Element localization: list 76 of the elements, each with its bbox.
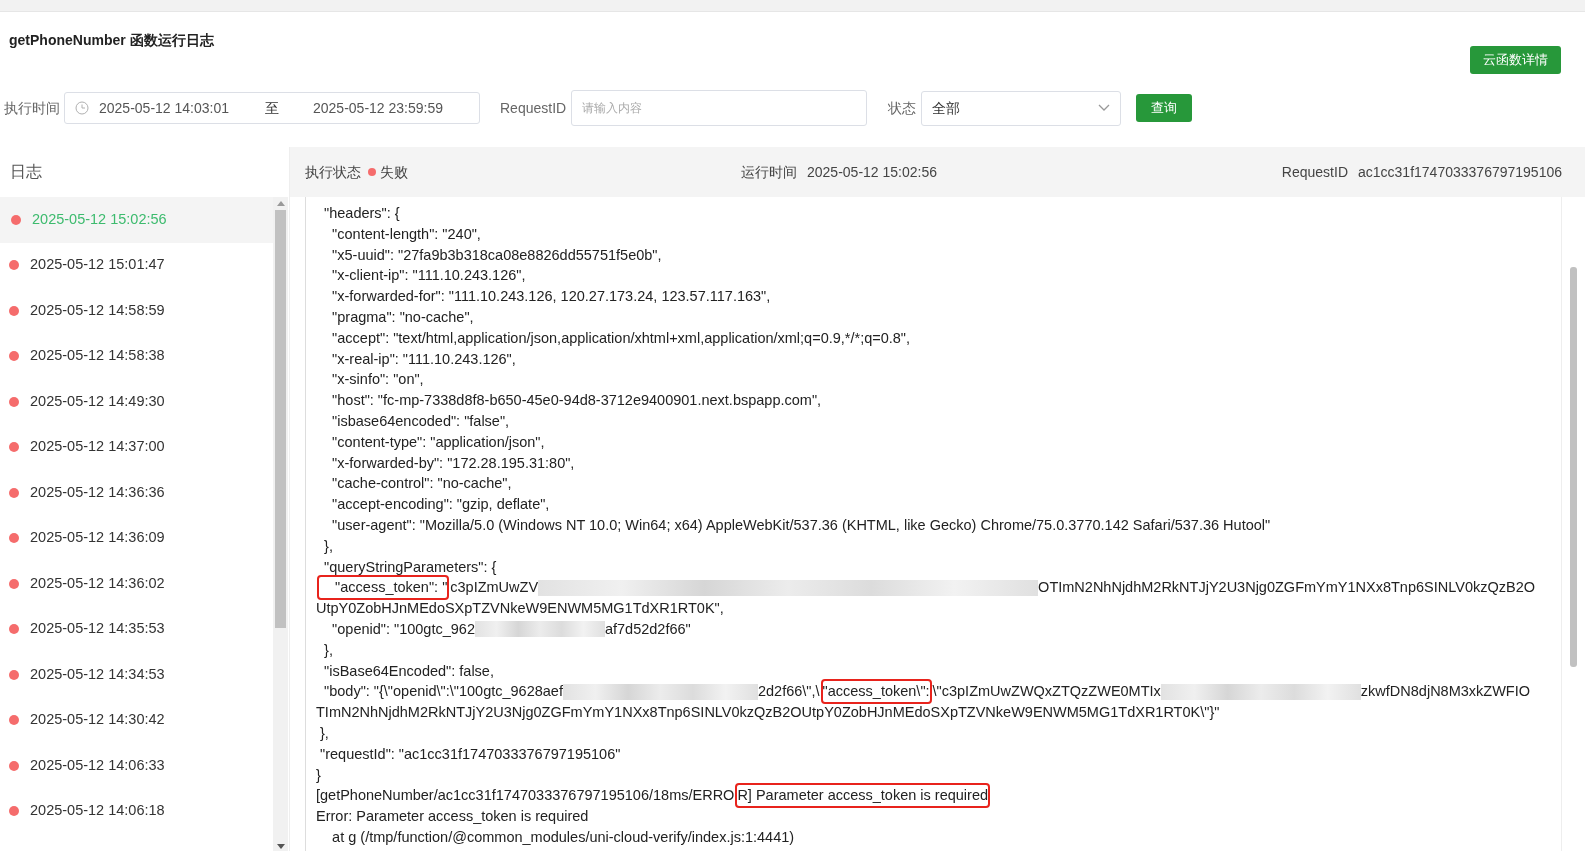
log-text: }, xyxy=(319,723,329,743)
run-time-value: 2025-05-12 15:02:56 xyxy=(807,162,937,182)
log-list-item[interactable]: 2025-05-12 15:01:47 xyxy=(0,242,273,288)
chevron-down-icon xyxy=(1098,104,1111,112)
log-text: af7d52d2f66" xyxy=(604,619,691,639)
log-text: "isBase64Encoded": false, xyxy=(323,661,494,681)
log-text: [getPhoneNumber/ac1cc31f1747033376797195106/18ms/ERRO xyxy=(316,786,735,806)
log-text: "content-type": "application/json", xyxy=(331,432,545,452)
run-time-label: 运行时间 xyxy=(741,162,797,182)
log-text: OTImN2NhNjdhM2RkNTJjY2U3Njg0ZGFmYmY1NXx8Tnp6SINLV0kzQzB2O xyxy=(1038,578,1535,598)
log-text: R] Parameter access_token is required xyxy=(737,785,989,807)
request-id-label: RequestID xyxy=(1281,162,1348,182)
status-text: 失败 xyxy=(380,162,408,182)
log-text: "access_token\": xyxy=(822,681,930,703)
log-text: "cache-control": "no-cache", xyxy=(331,474,512,494)
log-text: "isbase64encoded": "false", xyxy=(331,411,510,431)
log-text: c3pIZmUwZV xyxy=(450,578,539,598)
log-text: 2d2f66\",\ xyxy=(757,682,820,702)
filter-label: RequestID xyxy=(500,98,567,118)
log-text: Error: Parameter access_token is required xyxy=(316,807,589,827)
start-date: 2025-05-12 14:03:01 xyxy=(99,98,230,118)
log-text: \"c3pIZmUwZWQxZTQzZWE0MTIx xyxy=(932,682,1161,702)
function-details-button[interactable]: 云函数详情 xyxy=(1470,46,1561,74)
log-text: "host": "fc-mp-7338d8f8-b650-45e0-94d8-3712e9400901.next.bspapp.com", xyxy=(331,391,822,411)
log-text: "access_token": " xyxy=(319,577,448,599)
log-text: "x-client-ip": "111.10.243.126", xyxy=(331,266,526,286)
log-list-item[interactable]: 2025-05-12 14:37:00 xyxy=(0,424,273,470)
log-text: "body": "{\"openid\":\"100gtc_9628aef xyxy=(323,682,563,702)
log-text: "x5-uuid": "27fa9b3b318ca08e8826dd55751f5e0b", xyxy=(331,245,662,265)
log-list-item[interactable]: 2025-05-12 14:06:33 xyxy=(0,743,273,789)
log-text: "x-forwarded-for": "111.10.243.126, 120.27.173.24, 123.57.117.163", xyxy=(331,287,771,307)
scroll-down-icon[interactable] xyxy=(276,844,285,849)
log-text: "x-forwarded-by": "172.28.195.31:80", xyxy=(331,453,575,473)
log-list-item[interactable]: 2025-05-12 14:49:30 xyxy=(0,379,273,425)
request-id-field[interactable]: 请输入内容 xyxy=(571,90,868,126)
log-text: }, xyxy=(323,536,333,556)
log-text: "requestId": "ac1cc31f1747033376797195106" xyxy=(319,744,621,764)
scroll-up-icon[interactable] xyxy=(276,201,285,206)
log-text: "accept": "text/html,application/json,application/xhtml+xml,application/xml;q=0.9,*/*;q=0.8", xyxy=(331,328,911,348)
log-text: "x-real-ip": "111.10.243.126", xyxy=(331,349,516,369)
status-select[interactable]: 全部 xyxy=(921,90,1122,126)
page-title: getPhoneNumber 函数运行日志 xyxy=(9,31,214,50)
log-text: "headers": { xyxy=(323,204,400,223)
filter-label: 执行时间 xyxy=(4,98,60,118)
log-text: "content-length": "240", xyxy=(331,224,481,244)
log-list-item[interactable]: 2025-05-12 14:36:02 xyxy=(0,561,273,607)
log-list-item[interactable]: 2025-05-12 14:36:09 xyxy=(0,515,273,561)
status-label: 执行状态 xyxy=(305,162,361,182)
range-separator: 至 xyxy=(265,98,280,118)
request-id-value: ac1cc31f1747033376797195106 xyxy=(1358,162,1562,182)
log-text: "x-sinfo": "on", xyxy=(331,370,424,390)
log-text: "pragma": "no-cache", xyxy=(331,308,474,327)
log-text: "openid": "100gtc_962 xyxy=(331,619,475,639)
log-list-item[interactable]: 2025-05-12 14:30:42 xyxy=(0,697,273,743)
log-text: TImN2NhNjdhM2RkNTJjY2U3Njg0ZGFmYmY1NXx8Tnp6SINLV0kzQzB2OUtpY0ZobHJnMEdoSXpTZVNkeW9ENWM5MG1TdXR1RT0K\"}" xyxy=(316,703,1220,723)
log-list-item[interactable]: 2025-05-12 14:36:36 xyxy=(0,470,273,516)
log-text: "accept-encoding": "gzip, deflate", xyxy=(331,495,550,515)
log-list-item[interactable]: 2025-05-12 14:34:53 xyxy=(0,652,273,698)
end-date: 2025-05-12 23:59:59 xyxy=(313,98,443,118)
log-text: "queryStringParameters": { xyxy=(323,557,497,577)
log-text: }, xyxy=(323,640,333,660)
scrollbar[interactable] xyxy=(273,197,288,851)
log-text: } xyxy=(316,765,321,785)
query-button[interactable]: 查询 xyxy=(1136,94,1193,122)
clock-icon xyxy=(75,101,89,115)
sidebar-title: 日志 xyxy=(10,162,42,182)
log-text: zkwfDN8djN8M3xkZWFIO xyxy=(1360,682,1531,702)
log-list-item[interactable]: 2025-05-12 14:58:59 xyxy=(0,288,273,334)
log-text: "user-agent": "Mozilla/5.0 (Windows NT 10.0; Win64; x64) AppleWebKit/537.36 (KHTML, like Gecko) Chrome/75.0.3770.142 Safari/537.36 Hutool" xyxy=(331,515,1271,535)
log-list-item[interactable]: 2025-05-12 14:58:38 xyxy=(0,333,273,379)
log-text: at g (/tmp/function/@common_modules/uni-cloud-verify/index.js:1:4441) xyxy=(331,827,795,847)
date-range-field[interactable]: 2025-05-12 14:03:01 至 2025-05-12 23:59:59 xyxy=(64,92,480,124)
log-list-item[interactable]: 2025-05-12 14:35:53 xyxy=(0,606,273,652)
log-text: UtpY0ZobHJnMEdoSXpTZVNkeW9ENWM5MG1TdXR1RT0K", xyxy=(316,599,724,619)
filter-label: 状态 xyxy=(888,98,917,118)
log-list-item[interactable]: 2025-05-12 14:06:18 xyxy=(0,788,273,834)
